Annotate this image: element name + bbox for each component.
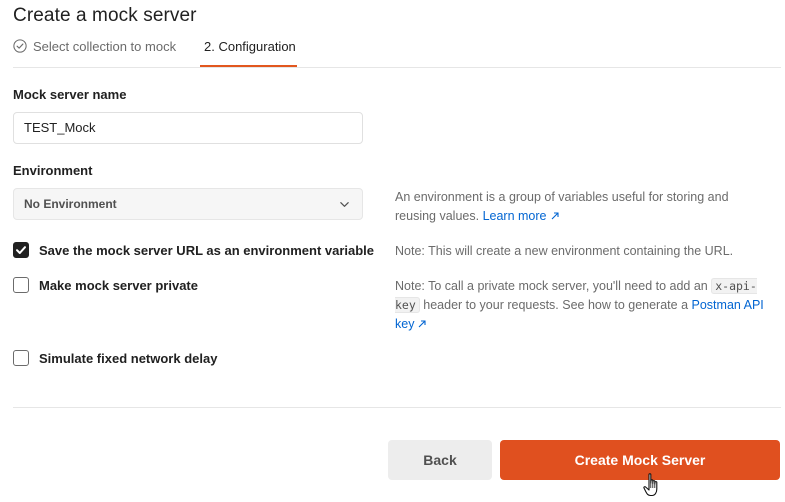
- environment-select-value: No Environment: [24, 197, 117, 211]
- create-mock-server-button[interactable]: Create Mock Server: [500, 440, 780, 480]
- hand-pointer-icon: [643, 473, 658, 497]
- back-button[interactable]: Back: [388, 440, 492, 480]
- mock-server-name-label: Mock server name: [13, 87, 127, 102]
- tab-select-collection[interactable]: Select collection to mock: [13, 36, 176, 66]
- option-network-delay[interactable]: Simulate fixed network delay: [13, 350, 217, 366]
- private-note: Note: To call a private mock server, you…: [395, 277, 770, 334]
- private-note-text: Note: To call a private mock server, you…: [395, 279, 708, 293]
- environment-label: Environment: [13, 163, 93, 178]
- check-circle-icon: [13, 39, 27, 53]
- private-note-text-after: header to your requests. See how to gene…: [423, 298, 689, 312]
- network-delay-checkbox[interactable]: [13, 350, 29, 366]
- tab-label: Select collection to mock: [33, 39, 177, 54]
- learn-more-link[interactable]: Learn more: [483, 209, 559, 223]
- save-url-note: Note: This will create a new environment…: [395, 244, 734, 258]
- environment-select[interactable]: No Environment: [13, 188, 363, 220]
- tab-label: 2. Configuration: [204, 39, 296, 54]
- arrow-up-right-icon: [551, 212, 559, 220]
- private-label: Make mock server private: [39, 277, 198, 293]
- save-url-checkbox[interactable]: [13, 242, 29, 258]
- arrow-up-right-icon: [419, 320, 427, 328]
- checkmark-icon: [16, 246, 26, 254]
- environment-help-description: An environment is a group of variables u…: [395, 190, 729, 223]
- footer-divider: [13, 407, 781, 408]
- environment-help-text: An environment is a group of variables u…: [395, 188, 755, 226]
- option-save-url[interactable]: Save the mock server URL as an environme…: [13, 242, 374, 258]
- option-private[interactable]: Make mock server private: [13, 277, 198, 293]
- wizard-tabs: Select collection to mock 2. Configurati…: [13, 36, 781, 68]
- mock-server-name-input[interactable]: TEST_Mock: [13, 112, 363, 144]
- active-tab-indicator: [200, 65, 297, 67]
- tab-configuration[interactable]: 2. Configuration: [200, 36, 297, 67]
- private-checkbox[interactable]: [13, 277, 29, 293]
- create-mock-server-dialog: Create a mock server Select collection t…: [0, 0, 785, 502]
- page-title: Create a mock server: [13, 5, 197, 26]
- learn-more-label: Learn more: [482, 209, 547, 223]
- save-url-label: Save the mock server URL as an environme…: [39, 242, 375, 258]
- network-delay-label: Simulate fixed network delay: [39, 350, 218, 366]
- chevron-down-icon: [340, 202, 349, 207]
